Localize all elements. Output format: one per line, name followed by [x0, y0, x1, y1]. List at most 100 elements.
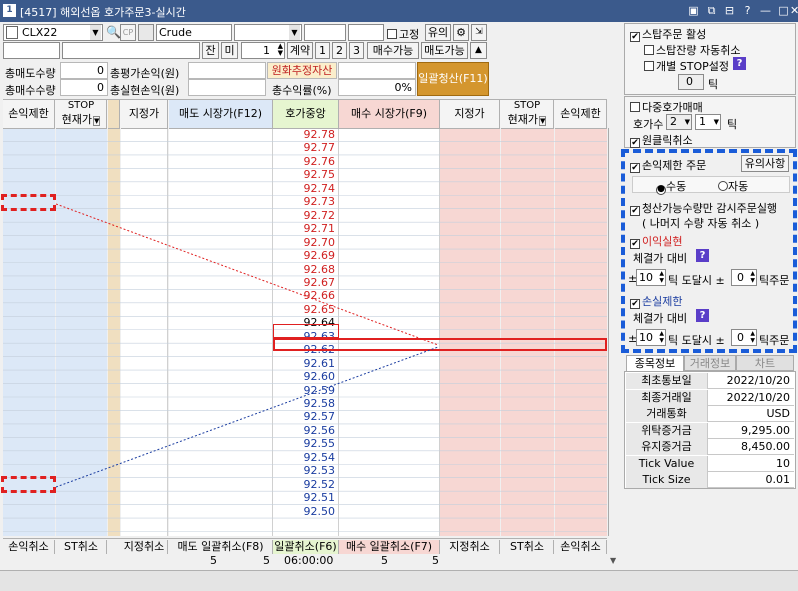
checkmark-icon[interactable]: ✔	[630, 32, 640, 42]
loss-checkbox[interactable]: ✔ 손실제한	[630, 293, 682, 309]
checkmark-icon[interactable]: ✔	[630, 239, 640, 249]
quote-sub-select[interactable]: 1 ▼	[695, 114, 721, 130]
tick-label: 틱	[727, 118, 738, 131]
manual-label: 수동	[666, 180, 687, 193]
info-value: 2022/10/20	[726, 374, 790, 387]
tab-stock-info[interactable]: 종목정보	[626, 355, 684, 371]
stepper-icon[interactable]: ▲ ▼	[750, 330, 755, 344]
buy-count-a: 5	[381, 554, 388, 567]
loss-order-ticks-input[interactable]: 0 ▲ ▼	[731, 329, 757, 346]
info-key: 위탁증거금	[626, 422, 708, 439]
info-key: 유지증거금	[626, 439, 708, 455]
profit-tick-order: 틱주문	[759, 274, 790, 287]
info-row: 최초통보일 2022/10/20	[626, 373, 794, 389]
profit-ticks-value: 10	[639, 271, 653, 284]
info-value: USD	[766, 407, 790, 420]
buy-cancel-all-button[interactable]: 매수 일괄취소(F7)	[339, 540, 440, 554]
st-cancel-left-button[interactable]: ST취소	[56, 540, 107, 554]
info-row: 최종거래일 2022/10/20	[626, 389, 794, 406]
status-bar	[0, 570, 798, 591]
info-row: 위탁증거금 9,295.00	[626, 422, 794, 439]
cancel-pl-right-button[interactable]: 손익취소	[555, 540, 607, 554]
radio-icon[interactable]	[718, 181, 728, 191]
help-icon[interactable]: ?	[696, 309, 709, 322]
checkmark-icon[interactable]: ✔	[630, 163, 640, 173]
info-key: 최초통보일	[626, 373, 708, 389]
quote-count-select[interactable]: 2 ▼	[666, 114, 692, 130]
one-click-checkbox[interactable]: ✔ 원클릭취소	[630, 132, 693, 148]
radio-selected-icon[interactable]: ●	[656, 185, 666, 195]
profit-order-ticks-value: 0	[737, 271, 744, 284]
stop-tick-unit: 틱	[708, 78, 719, 91]
notice-detail-button[interactable]: 유의사항	[741, 155, 789, 172]
info-row: 거래통화 USD	[626, 406, 794, 422]
liq-note: ( 나머지 수량 자동 취소 )	[642, 217, 760, 230]
help-icon[interactable]: ?	[696, 249, 709, 262]
checkmark-icon[interactable]: ✔	[630, 299, 640, 309]
checkmark-icon[interactable]: ✔	[630, 206, 640, 216]
annotation-line-profit	[55, 203, 439, 346]
loss-ticks-value: 10	[639, 331, 653, 344]
info-value: 10	[776, 456, 790, 470]
limit-cancel-left-button[interactable]: 지정취소	[121, 540, 168, 554]
profit-checkbox[interactable]: ✔ 이익실현	[630, 233, 682, 249]
liq-only-label: 청산가능수량만 감시주문실행	[642, 202, 778, 215]
individual-stop-label: 개별 STOP설정	[656, 60, 729, 73]
info-row: Tick Value 10	[626, 455, 794, 472]
stop-auto-cancel-checkbox[interactable]: 스탑잔량 자동취소	[644, 42, 740, 58]
one-click-label: 원클릭취소	[642, 134, 693, 147]
auto-radio[interactable]: 자동	[718, 178, 748, 194]
tab-chart[interactable]: 차트	[736, 355, 794, 371]
info-value: 2022/10/20	[726, 390, 790, 404]
profit-order-ticks-input[interactable]: 0 ▲ ▼	[731, 269, 757, 286]
checkmark-icon[interactable]: ✔	[630, 138, 640, 148]
loss-order-ticks-value: 0	[737, 331, 744, 344]
individual-stop-checkbox[interactable]: 개별 STOP설정	[644, 58, 729, 74]
stop-order-label: 스탑주문 활성	[642, 28, 707, 41]
loss-tick-order: 틱주문	[759, 334, 790, 347]
info-value: 9,295.00	[741, 423, 790, 437]
info-value: 0.01	[765, 473, 791, 486]
stop-auto-cancel-label: 스탑잔량 자동취소	[656, 44, 741, 57]
multi-quote-label: 다중호가매매	[642, 101, 703, 114]
quote-count-value: 2	[670, 115, 677, 128]
cancel-all-button[interactable]: 일괄취소(F6)	[273, 540, 339, 554]
pl-order-label: 손익제한 주문	[642, 159, 707, 172]
sell-cancel-all-button[interactable]: 매도 일괄취소(F8)	[169, 540, 273, 554]
loss-ticks-input[interactable]: 10 ▲ ▼	[636, 329, 666, 346]
multi-quote-checkbox[interactable]: 다중호가매매	[630, 99, 703, 115]
info-row: 유지증거금 8,450.00	[626, 439, 794, 455]
pl-order-checkbox[interactable]: ✔ 손익제한 주문	[630, 157, 706, 173]
checkbox-icon[interactable]	[644, 45, 654, 55]
manual-radio[interactable]: ●수동	[656, 178, 686, 195]
loss-label: 손실제한	[642, 295, 683, 308]
info-key: 거래통화	[626, 406, 708, 422]
info-row: Tick Size 0.01	[626, 472, 794, 488]
loss-fill-compare: 체결가 대비	[633, 312, 688, 325]
auto-label: 자동	[728, 180, 749, 193]
profit-fill-compare: 체결가 대비	[633, 252, 688, 265]
limit-cancel-right-button[interactable]: 지정취소	[440, 540, 500, 554]
stepper-icon[interactable]: ▲ ▼	[659, 270, 664, 284]
quote-sub-value: 1	[699, 115, 706, 128]
sell-count-b: 5	[263, 554, 270, 567]
profit-ticks-input[interactable]: 10 ▲ ▼	[636, 269, 666, 286]
stop-tick-input[interactable]: 0	[678, 74, 704, 90]
profit-label: 이익실현	[642, 235, 683, 248]
help-icon[interactable]: ?	[733, 57, 746, 70]
checkbox-icon[interactable]	[644, 61, 654, 71]
buy-count-b: 5	[432, 554, 439, 567]
chevron-down-icon[interactable]: ▼	[685, 115, 690, 129]
chevron-down-icon[interactable]: ▼	[714, 115, 719, 129]
st-cancel-right-button[interactable]: ST취소	[501, 540, 554, 554]
info-key: Tick Size	[626, 472, 708, 488]
profit-reach-label: 틱 도달시 ±	[668, 274, 725, 287]
checkbox-icon[interactable]	[630, 102, 640, 112]
stepper-icon[interactable]: ▲ ▼	[750, 270, 755, 284]
stop-order-checkbox[interactable]: ✔ 스탑주문 활성	[630, 26, 706, 42]
stepper-icon[interactable]: ▲ ▼	[659, 330, 664, 344]
liq-only-checkbox[interactable]: ✔ 청산가능수량만 감시주문실행	[630, 200, 777, 216]
tab-trade-info[interactable]: 거래정보	[684, 355, 736, 371]
sell-count-a: 5	[210, 554, 217, 567]
cancel-pl-left-button[interactable]: 손익취소	[3, 540, 55, 554]
